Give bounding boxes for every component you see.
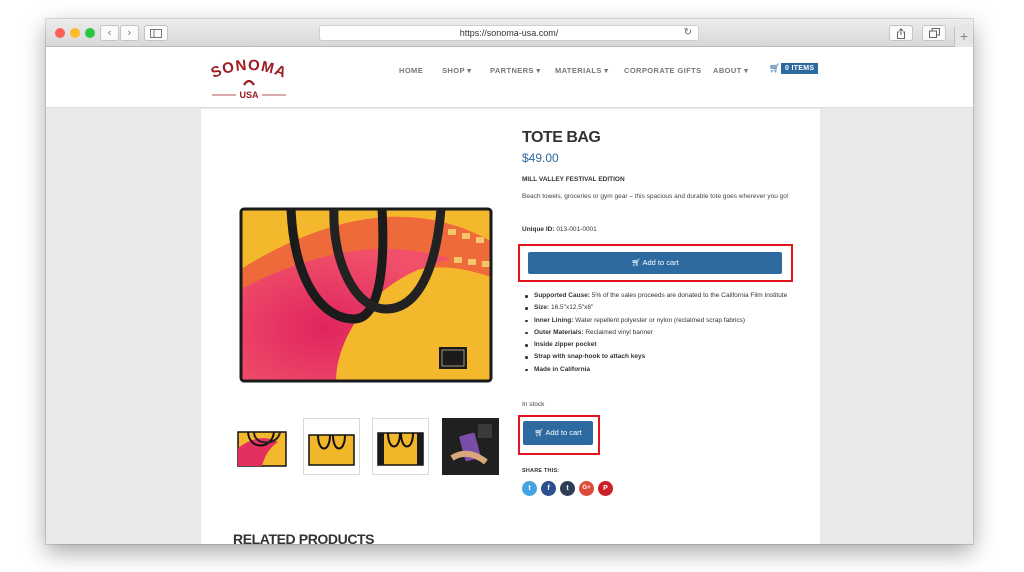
minimize-window-button[interactable] bbox=[70, 28, 80, 38]
close-window-button[interactable] bbox=[55, 28, 65, 38]
nav-partners[interactable]: PARTNERS ▾ bbox=[490, 66, 541, 75]
product-price: $49.00 bbox=[522, 151, 559, 165]
add-to-cart-label: Add to cart bbox=[545, 428, 582, 437]
add-to-cart-button-secondary[interactable]: 🛒︎ Add to cart bbox=[523, 421, 593, 445]
twitter-icon[interactable]: t bbox=[522, 481, 537, 496]
nav-shop[interactable]: SHOP ▾ bbox=[442, 66, 471, 75]
unique-id: Unique ID: 013-001-0001 bbox=[522, 226, 597, 233]
product-edition: MILL VALLEY FESTIVAL EDITION bbox=[522, 176, 625, 183]
list-item: Size: 16.5"x12.5"x8" bbox=[522, 302, 797, 314]
zoom-window-button[interactable] bbox=[85, 28, 95, 38]
url-text: https://sonoma-usa.com/ bbox=[459, 28, 559, 38]
forward-button[interactable]: › bbox=[120, 25, 139, 41]
new-tab-button[interactable]: + bbox=[954, 27, 973, 47]
unique-id-label: Unique ID: bbox=[522, 226, 555, 233]
product-description: Beach towels, groceries or gym gear – th… bbox=[522, 193, 789, 200]
back-button[interactable]: ‹ bbox=[100, 25, 119, 41]
product-main-image[interactable] bbox=[236, 149, 496, 394]
share-icon bbox=[897, 28, 905, 39]
product-thumbnail[interactable] bbox=[372, 418, 429, 475]
share-label: SHARE THIS: bbox=[522, 468, 560, 474]
reload-icon[interactable]: ↻ bbox=[684, 26, 692, 40]
cart-icon: 🛒︎ bbox=[631, 258, 641, 267]
unique-id-value: 013-001-0001 bbox=[556, 226, 597, 233]
nav-home[interactable]: HOME bbox=[399, 66, 423, 75]
product-thumbnail[interactable] bbox=[234, 418, 291, 475]
product-features-list: Supported Cause: 5% of the sales proceed… bbox=[522, 290, 797, 376]
add-to-cart-button[interactable]: 🛒︎ Add to cart bbox=[528, 252, 782, 274]
site-header: SONOMA USA HOME SHOP ▾ PARTNERS ▾ MATERI… bbox=[46, 47, 973, 108]
google-plus-icon[interactable]: G+ bbox=[579, 481, 594, 496]
cart-count-badge[interactable]: 0 ITEMS bbox=[781, 63, 819, 74]
sidebar-toggle-button[interactable] bbox=[144, 25, 168, 41]
chevron-right-icon: › bbox=[127, 26, 132, 39]
list-item: Outer Materials: Reclaimed vinyl banner bbox=[522, 327, 797, 339]
list-item: Inner Lining: Water repellent polyester … bbox=[522, 315, 797, 327]
plus-icon: + bbox=[959, 28, 969, 44]
sidebar-icon bbox=[150, 29, 162, 38]
product-thumbnail[interactable] bbox=[303, 418, 360, 475]
facebook-icon[interactable]: f bbox=[541, 481, 556, 496]
product-title: TOTE BAG bbox=[522, 129, 601, 146]
tabs-icon bbox=[928, 28, 940, 38]
browser-window: ‹ › https://sonoma-usa.com/ ↻ + SONOMA U… bbox=[46, 19, 973, 544]
svg-text:USA: USA bbox=[239, 90, 259, 100]
list-item: Strap with snap-hook to attach keys bbox=[522, 351, 797, 363]
address-bar[interactable]: https://sonoma-usa.com/ ↻ bbox=[319, 25, 699, 41]
nav-materials[interactable]: MATERIALS ▾ bbox=[555, 66, 608, 75]
site-logo[interactable]: SONOMA USA bbox=[204, 56, 294, 102]
related-products-heading: RELATED PRODUCTS bbox=[233, 531, 375, 544]
tumblr-icon[interactable]: t bbox=[560, 481, 575, 496]
product-page: TOTE BAG $49.00 MILL VALLEY FESTIVAL EDI… bbox=[201, 109, 820, 544]
cart-icon[interactable]: 🛒︎ bbox=[769, 63, 780, 74]
list-item: Supported Cause: 5% of the sales proceed… bbox=[522, 290, 797, 302]
svg-text:SONOMA: SONOMA bbox=[209, 57, 290, 82]
nav-corporate-gifts[interactable]: CORPORATE GIFTS bbox=[624, 66, 702, 75]
pinterest-icon[interactable]: P bbox=[598, 481, 613, 496]
product-thumbnail[interactable] bbox=[442, 418, 499, 475]
cart-icon: 🛒︎ bbox=[534, 428, 544, 437]
share-button[interactable] bbox=[889, 25, 913, 41]
tabs-button[interactable] bbox=[922, 25, 946, 41]
browser-toolbar: ‹ › https://sonoma-usa.com/ ↻ + bbox=[46, 19, 973, 47]
nav-about[interactable]: ABOUT ▾ bbox=[713, 66, 748, 75]
stock-status: In stock bbox=[522, 401, 545, 408]
list-item: Made in California bbox=[522, 364, 797, 376]
chevron-left-icon: ‹ bbox=[107, 26, 112, 39]
list-item: Inside zipper pocket bbox=[522, 339, 797, 351]
add-to-cart-label: Add to cart bbox=[642, 258, 679, 267]
